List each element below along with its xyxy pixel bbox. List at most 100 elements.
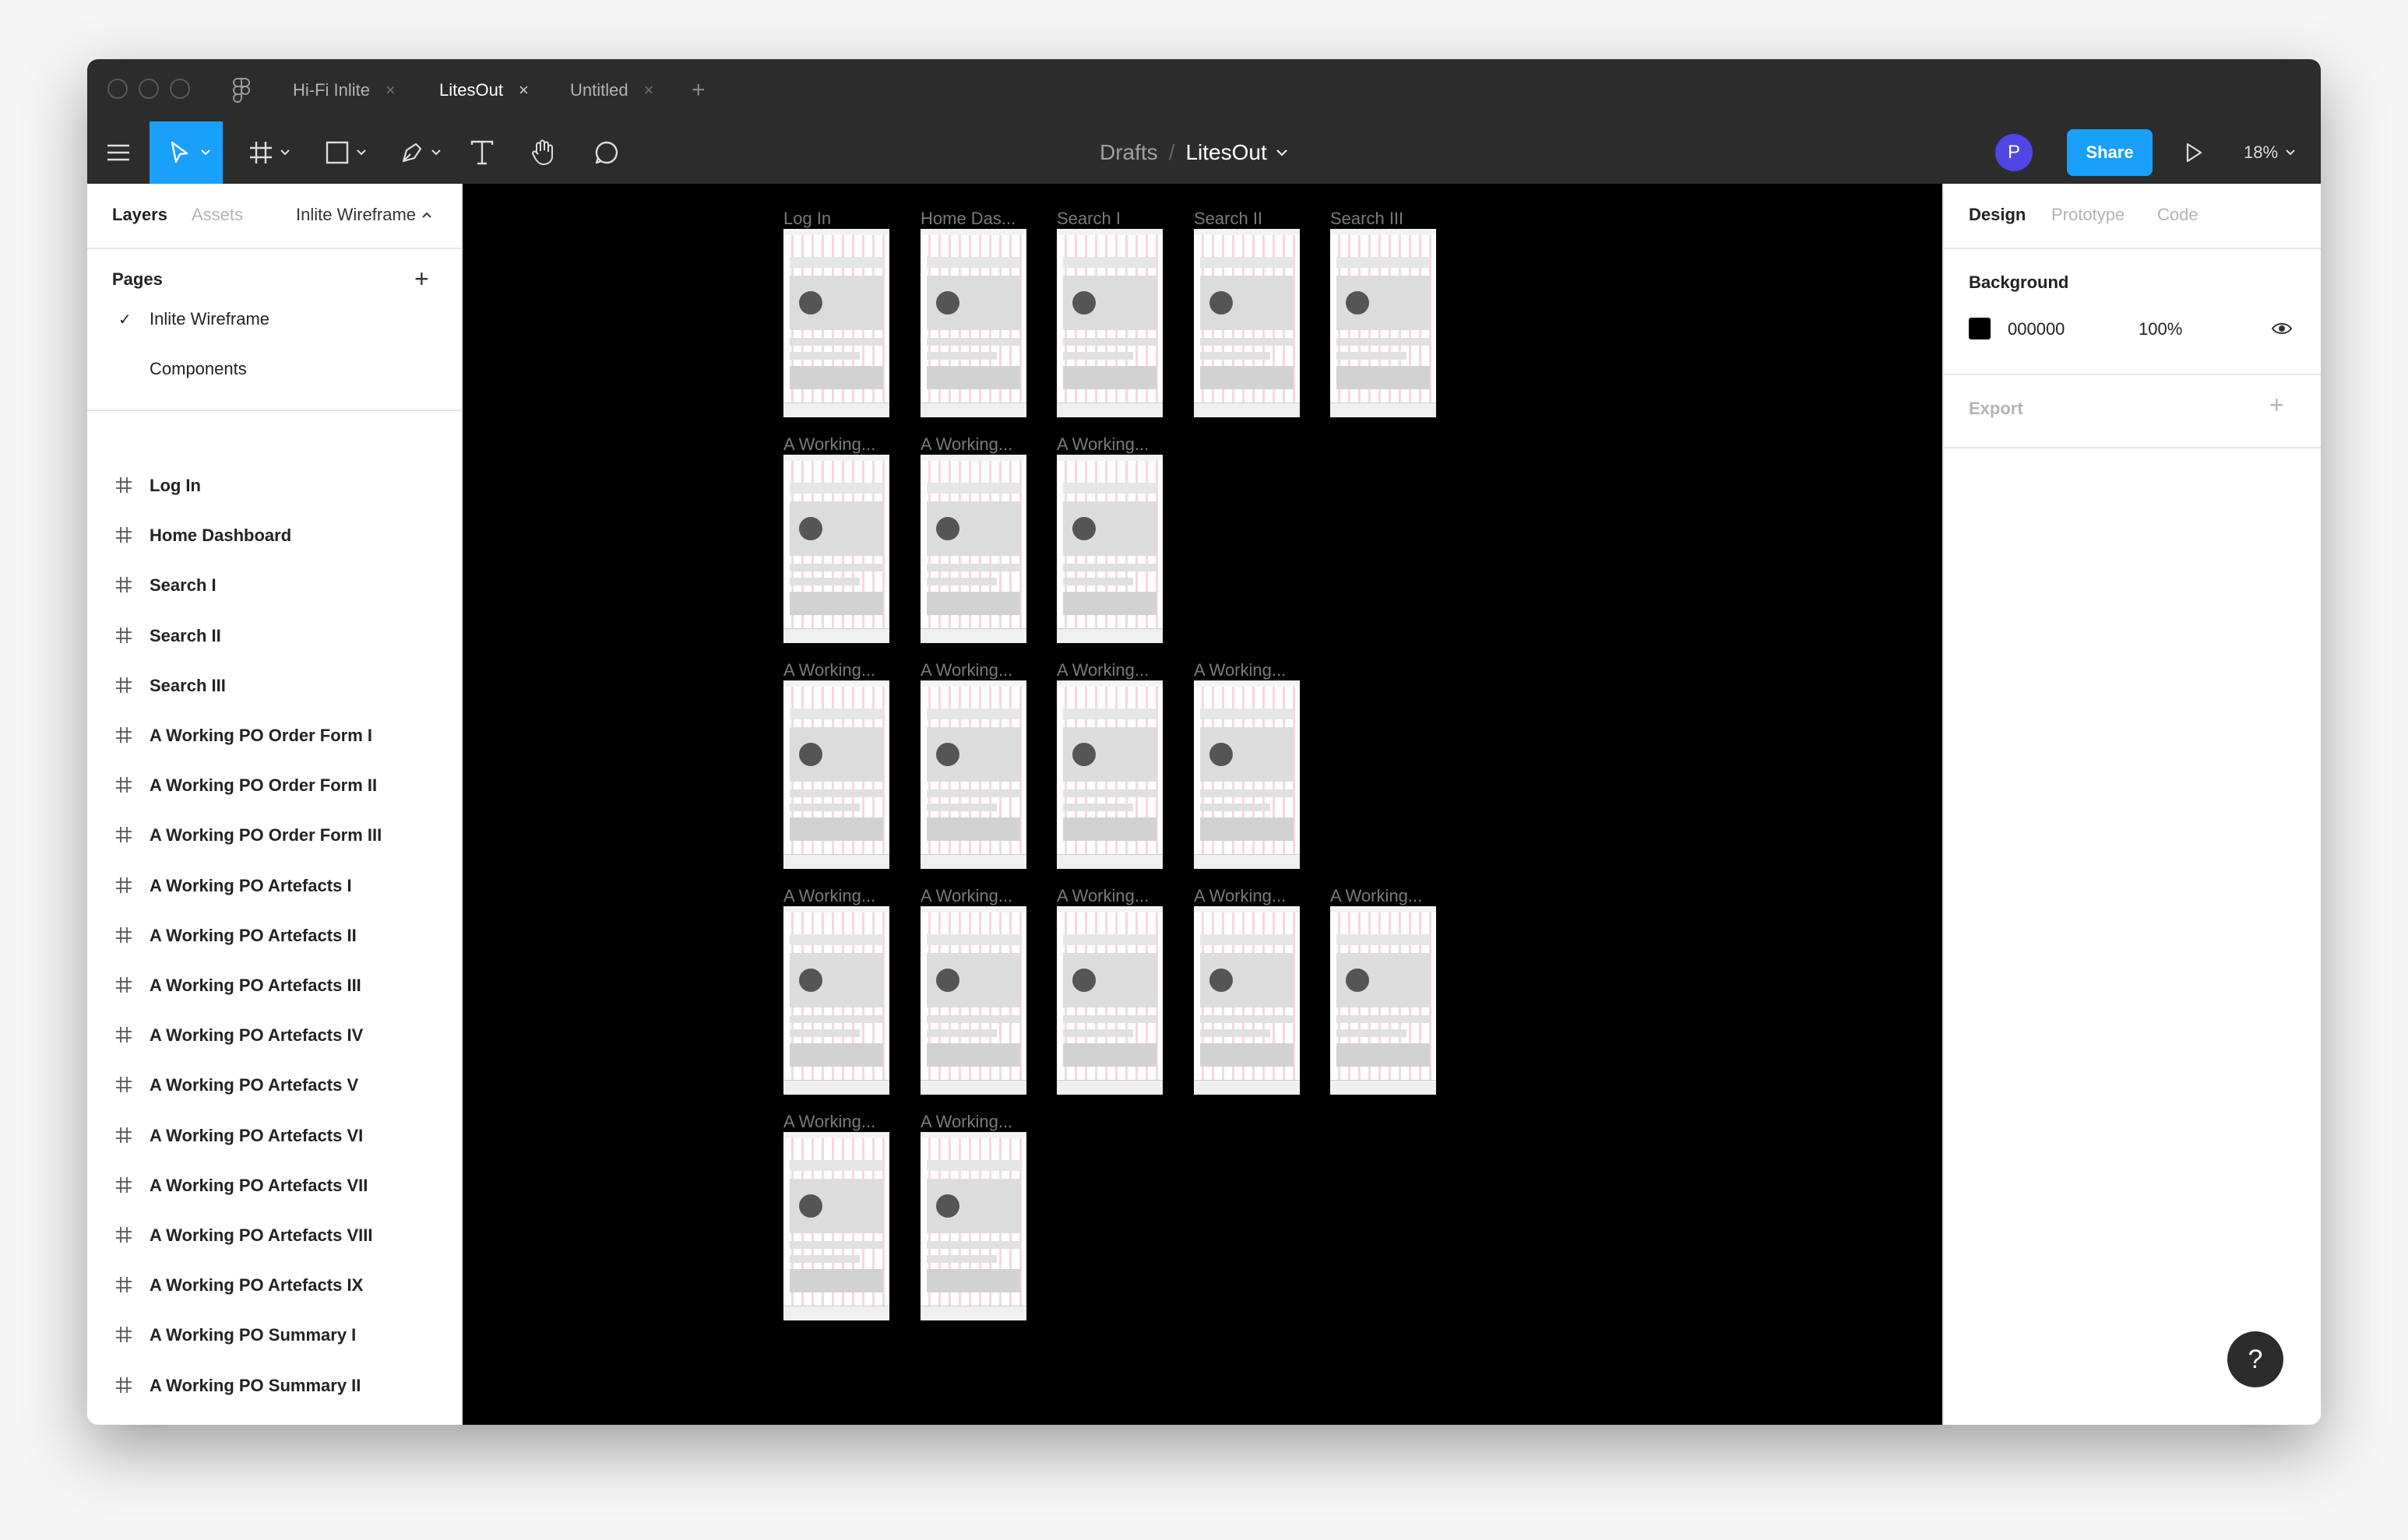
close-tab-icon[interactable]: × (385, 80, 396, 100)
tab-assets[interactable]: Assets (192, 184, 243, 246)
tab-hi-fi-inlite[interactable]: Hi-Fi Inlite × (293, 59, 396, 121)
frame-thumbnail[interactable] (921, 455, 1026, 643)
frame-icon (115, 1377, 132, 1398)
frame-thumbnail[interactable] (1057, 680, 1163, 869)
help-button[interactable]: ? (2227, 1331, 2283, 1387)
frame-title[interactable]: A Working... (921, 660, 1012, 680)
frame-title[interactable]: A Working... (783, 434, 875, 455)
frame-title[interactable]: A Working... (921, 434, 1012, 455)
move-tool-button[interactable] (150, 121, 223, 184)
layer-item[interactable]: A Working PO Artefacts III (87, 961, 461, 1011)
frame-thumbnail[interactable] (1194, 680, 1300, 869)
design-canvas[interactable]: Log In Home Das... Search I Search II Search… (463, 184, 1942, 1425)
background-color-swatch[interactable] (1969, 318, 1991, 339)
tab-layers[interactable]: Layers (112, 184, 167, 246)
frame-title[interactable]: A Working... (783, 660, 875, 680)
add-export-button[interactable]: + (2269, 391, 2284, 420)
frame-title[interactable]: Search I (1057, 209, 1121, 229)
frame-thumbnail[interactable] (1330, 906, 1436, 1095)
layer-item[interactable]: A Working PO Artefacts II (87, 911, 461, 961)
comment-tool-icon[interactable] (587, 121, 626, 184)
frame-title[interactable]: A Working... (1330, 886, 1422, 906)
frame-title[interactable]: A Working... (783, 1112, 875, 1132)
page-selector[interactable]: Inlite Wireframe (296, 184, 431, 246)
frame-title[interactable]: A Working... (1194, 886, 1286, 906)
frame-thumbnail[interactable] (1057, 455, 1163, 643)
frame-thumbnail[interactable] (1330, 229, 1436, 417)
frame-title[interactable]: A Working... (921, 1112, 1012, 1132)
frame-thumbnail[interactable] (1194, 906, 1300, 1095)
frame-thumbnail[interactable] (783, 680, 889, 869)
layer-item[interactable]: Search II (87, 611, 461, 661)
frame-title[interactable]: A Working... (783, 886, 875, 906)
frame-title[interactable]: A Working... (1194, 660, 1286, 680)
frame-thumbnail[interactable] (783, 906, 889, 1095)
chevron-down-icon[interactable] (1276, 149, 1287, 156)
frame-thumbnail[interactable] (783, 455, 889, 643)
tab-code[interactable]: Code (2157, 184, 2199, 246)
frame-title[interactable]: Log In (783, 209, 831, 229)
close-tab-icon[interactable]: × (519, 80, 529, 100)
layer-item[interactable]: Home Dashboard (87, 511, 461, 561)
new-tab-button[interactable]: + (692, 59, 706, 121)
file-name[interactable]: LitesOut (1185, 140, 1266, 165)
avatar[interactable]: P (1995, 134, 2033, 171)
add-page-button[interactable]: + (414, 265, 429, 294)
frame-thumbnail[interactable] (1057, 906, 1163, 1095)
frame-thumbnail[interactable] (921, 680, 1026, 869)
tab-litesout[interactable]: LitesOut × (439, 59, 529, 121)
frame-title[interactable]: Home Das... (921, 209, 1016, 229)
layer-item[interactable]: Search III (87, 661, 461, 711)
layer-item[interactable]: A Working PO Summary I (87, 1310, 461, 1360)
frame-thumbnail[interactable] (1057, 229, 1163, 417)
frame-thumbnail[interactable] (921, 229, 1026, 417)
layer-item[interactable]: A Working PO Summary II (87, 1361, 461, 1411)
layer-item[interactable]: A Working PO Artefacts VIII (87, 1211, 461, 1260)
frame-title[interactable]: A Working... (1057, 886, 1149, 906)
pen-tool-button[interactable] (391, 121, 445, 184)
frame-title[interactable]: Search II (1194, 209, 1262, 229)
shape-tool-button[interactable] (316, 121, 371, 184)
text-tool-icon[interactable] (463, 121, 502, 184)
frame-title[interactable]: A Working... (921, 886, 1012, 906)
background-hex-input[interactable]: 000000 (2008, 319, 2065, 339)
layer-item[interactable]: A Working PO Order Form III (87, 810, 461, 860)
breadcrumb-parent[interactable]: Drafts (1100, 140, 1158, 165)
page-item-components[interactable]: Components (87, 344, 461, 394)
frame-thumbnail[interactable] (921, 1132, 1026, 1320)
share-button[interactable]: Share (2067, 129, 2153, 176)
present-play-icon[interactable] (2174, 121, 2213, 184)
main-menu-icon[interactable] (101, 121, 136, 184)
layer-item[interactable]: A Working PO Order Form II (87, 761, 461, 810)
tab-untitled[interactable]: Untitled × (570, 59, 653, 121)
frame-title[interactable]: A Working... (1057, 434, 1149, 455)
frame-thumbnail[interactable] (783, 1132, 889, 1320)
layer-item[interactable]: Log In (87, 461, 461, 511)
frame-title[interactable]: A Working... (1057, 660, 1149, 680)
layer-item[interactable]: A Working PO Order Form I (87, 711, 461, 761)
layer-item[interactable]: A Working PO Artefacts IX (87, 1260, 461, 1310)
frame-tool-button[interactable] (240, 121, 294, 184)
layer-item[interactable]: Search I (87, 561, 461, 610)
figma-logo-icon[interactable] (224, 59, 259, 121)
hand-tool-icon[interactable] (523, 121, 562, 184)
eye-icon[interactable] (2271, 321, 2293, 340)
zoom-dropdown[interactable]: 18% (2238, 121, 2301, 184)
minimize-window-button[interactable] (139, 79, 159, 99)
layer-item[interactable]: A Working PO Artefacts VII (87, 1161, 461, 1211)
frame-thumbnail[interactable] (783, 229, 889, 417)
layer-item[interactable]: A Working PO Artefacts IV (87, 1011, 461, 1060)
layer-item[interactable]: A Working PO Artefacts V (87, 1060, 461, 1110)
tab-design[interactable]: Design (1969, 184, 2026, 246)
close-tab-icon[interactable]: × (644, 80, 654, 100)
tab-prototype[interactable]: Prototype (2051, 184, 2125, 246)
frame-thumbnail[interactable] (921, 906, 1026, 1095)
page-item-inlite-wireframe[interactable]: ✓ Inlite Wireframe (87, 294, 461, 344)
background-opacity-input[interactable]: 100% (2139, 319, 2182, 339)
close-window-button[interactable] (107, 79, 128, 99)
layer-item[interactable]: A Working PO Artefacts VI (87, 1111, 461, 1161)
layer-item[interactable]: A Working PO Artefacts I (87, 861, 461, 911)
frame-thumbnail[interactable] (1194, 229, 1300, 417)
zoom-window-button[interactable] (170, 79, 190, 99)
frame-title[interactable]: Search III (1330, 209, 1403, 229)
